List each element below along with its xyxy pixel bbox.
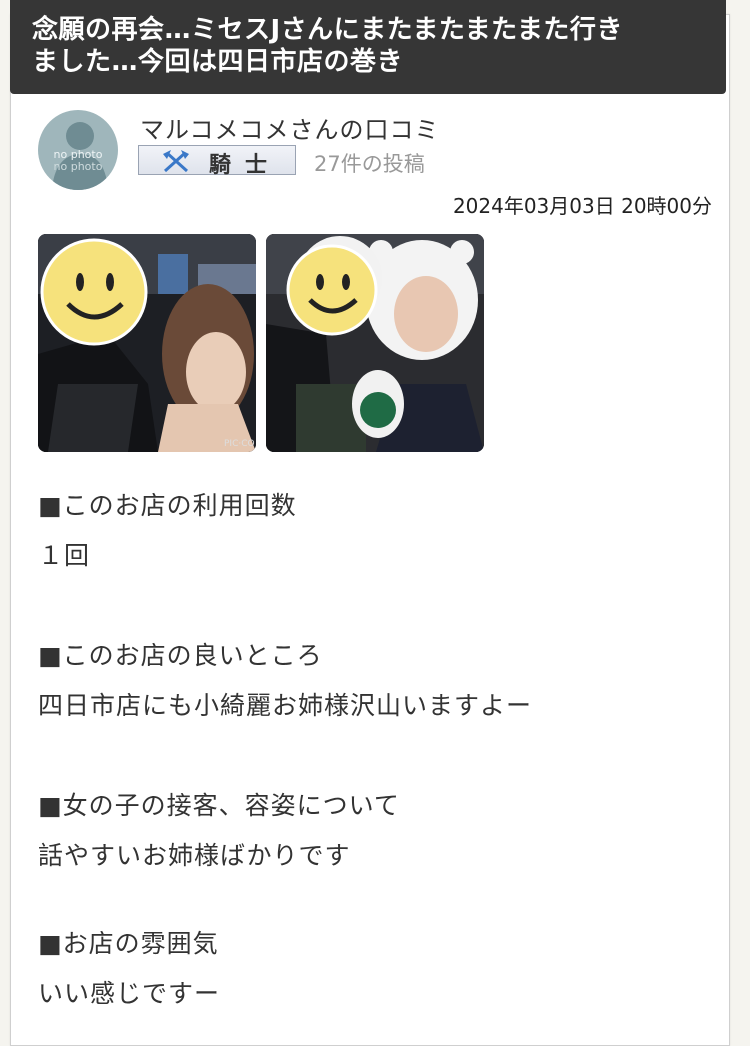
rank-label: 騎士 [209, 153, 282, 178]
answer-good-points: 四日市店にも小綺麗お姉様沢山いますよー [38, 691, 533, 720]
crossed-axes-icon [163, 150, 189, 173]
answer-visit-count: １回 [38, 541, 91, 570]
photo-watermark: PIC·CO [224, 439, 255, 449]
reviewer-name[interactable]: マルコメコメさんの口コミ [140, 110, 440, 145]
review-title-line-2: ました…今回は四日市店の巻き [32, 47, 404, 77]
review-photo-2[interactable] [266, 234, 484, 452]
review-title-line-1: 念願の再会…ミセスJさんにまたまたまたまた行き [32, 15, 623, 45]
question-service-looks: ■女の子の接客、容姿について [38, 791, 400, 820]
rank-badge: 騎士 [138, 145, 296, 178]
answer-atmosphere: いい感じですー [38, 979, 221, 1008]
post-date: 2024年03月03日 20時00分 [452, 194, 712, 218]
review-title-bar: 念願の再会…ミセスJさんにまたまたまたまた行き ました…今回は四日市店の巻き [10, 0, 726, 94]
review-photo-1[interactable]: PIC·CO [38, 234, 256, 452]
review-body: ■このお店の利用回数 １回 ■このお店の良いところ 四日市店にも小綺麗お姉様沢山… [38, 486, 708, 1024]
question-atmosphere: ■お店の雰囲気 [38, 929, 219, 958]
photo-1-image: PIC·CO [38, 234, 256, 452]
question-visit-count: ■このお店の利用回数 [38, 491, 297, 520]
post-count[interactable]: 27件の投稿 [314, 148, 425, 178]
question-good-points: ■このお店の良いところ [38, 641, 323, 670]
avatar[interactable]: no photo no photo [38, 110, 118, 190]
photo-2-image [266, 234, 484, 452]
avatar-no-photo-text-shadow: no photo [53, 160, 103, 173]
answer-service-looks: 話やすいお姉様ばかりです [38, 841, 351, 870]
